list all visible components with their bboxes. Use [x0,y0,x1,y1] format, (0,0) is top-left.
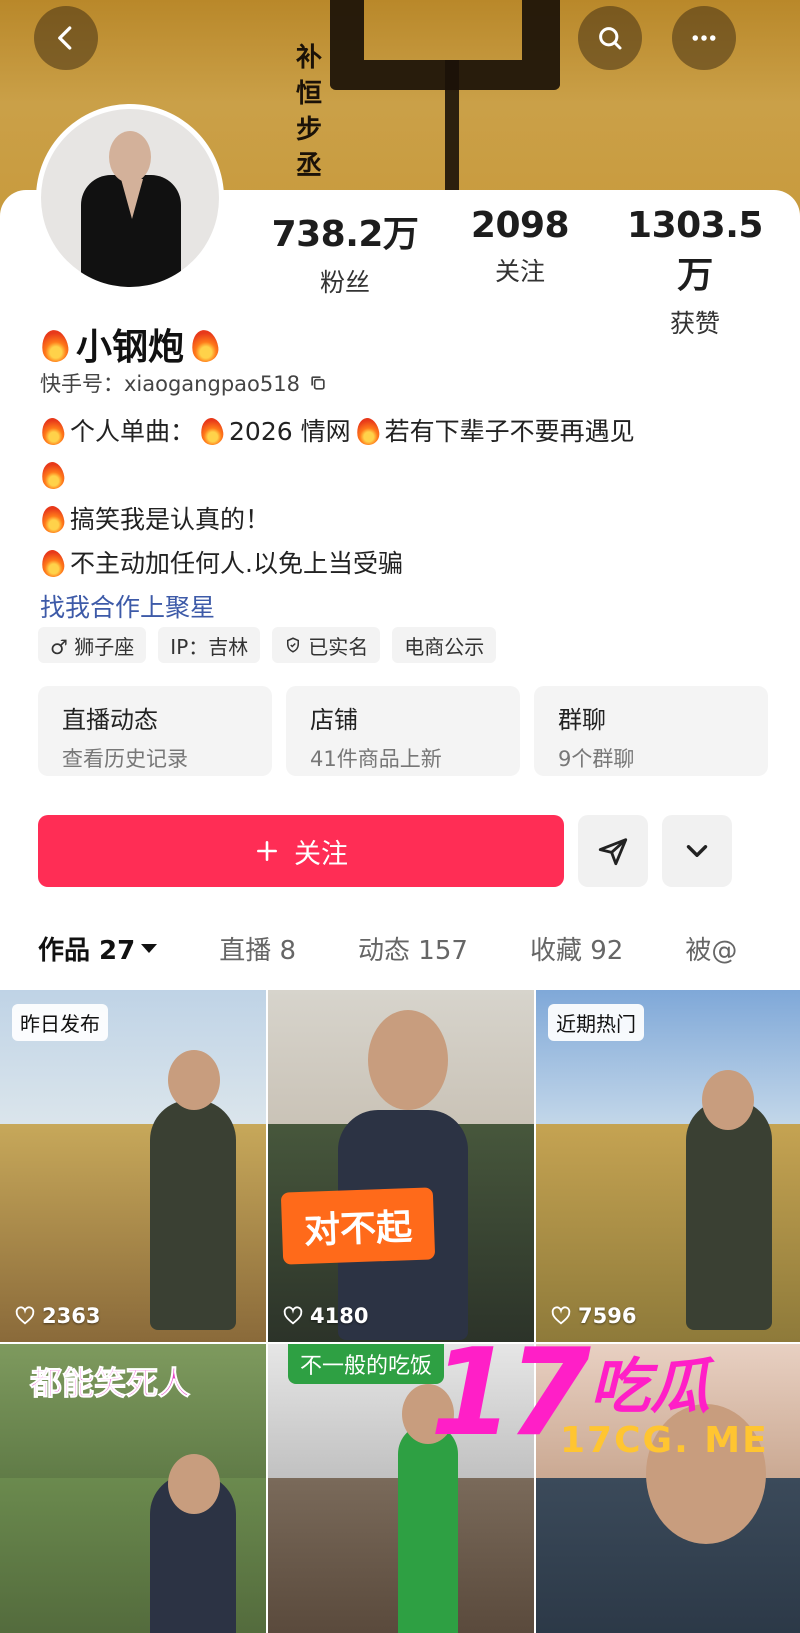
avatar[interactable] [36,104,224,292]
shield-icon [287,637,300,653]
profile-name-text: 小钢炮 [76,327,185,368]
banner-calligraphy-text: 补 恒 步 丞 [296,43,323,181]
video-tile[interactable]: 都能笑死人 [0,1344,266,1633]
heart-icon [283,1306,303,1325]
bio-line-3: 不主动加任何人.以免上当受骗 [70,549,403,578]
stat-following[interactable]: 2098 关注 [435,205,605,340]
tag-ecommerce[interactable]: 电商公示 [392,627,497,663]
fire-icon [355,415,381,445]
video-grid: 昨日发布 2363 对不起 4180 近期热门 7596 都能笑死人 不一般的吃… [0,990,800,1633]
feature-subtitle: 9个群聊 [558,747,635,771]
fire-icon [40,503,66,533]
bio-line-1a: 个人单曲： [70,417,196,446]
feature-row: 直播动态 查看历史记录 店铺 41件商品上新 群聊 9个群聊 [38,686,768,776]
banner-calligraphy-stroke-2 [445,60,459,190]
search-icon [599,27,622,50]
tag-verified-label: 已实名 [308,634,369,659]
stat-label: 获赞 [669,309,720,338]
feature-subtitle: 查看历史记录 [62,747,188,771]
video-overlay-text: 不一般的吃饭 [288,1344,445,1384]
fire-icon [190,326,220,362]
watermark-url: 17CG. ME [560,1420,769,1461]
search-button[interactable] [578,6,642,70]
follow-label: 关注 [294,838,348,870]
video-overlay-text: 对不起 [280,1187,436,1265]
video-tile[interactable]: 对不起 4180 [268,990,534,1342]
more-button[interactable] [672,6,736,70]
tab-works[interactable]: 作品 27 [38,930,158,967]
video-badge: 近期热门 [548,1004,644,1041]
chevron-down-icon [686,845,708,857]
video-likes: 2363 [14,1304,100,1328]
feature-title: 直播动态 [62,706,158,734]
more-icon [692,35,716,41]
chevron-left-icon [58,26,72,50]
tab-moments[interactable]: 动态 157 [358,930,468,967]
plus-icon [257,841,277,861]
stat-followers[interactable]: 738.2万 粉丝 [260,205,430,340]
watermark-cn: 吃瓜 [590,1352,710,1422]
video-overlay-text: 都能笑死人 [29,1364,191,1403]
fire-icon [40,415,66,445]
heart-icon [15,1306,35,1325]
expand-button[interactable] [662,815,732,887]
copy-icon[interactable] [308,373,328,393]
video-badge: 昨日发布 [12,1004,108,1041]
feature-group-chat[interactable]: 群聊 9个群聊 [534,686,768,776]
bio-line-1c: 若有下辈子不要再遇见 [384,417,635,446]
tab-live[interactable]: 直播 8 [219,930,296,967]
bio-line-2: 搞笑我是认真的！ [70,505,271,534]
message-button[interactable] [578,815,648,887]
feature-live-history[interactable]: 直播动态 查看历史记录 [38,686,272,776]
likes-count: 2363 [42,1304,101,1328]
stat-likes[interactable]: 1303.5万 获赞 [610,205,780,340]
stat-label: 粉丝 [319,268,370,297]
video-tile[interactable]: 近期热门 7596 [536,990,800,1342]
bio-line-1b: 2026 情网 [229,417,351,446]
back-button[interactable] [34,6,98,70]
fire-icon [40,459,66,489]
content-tabs: 作品 27 直播 8 动态 157 收藏 92 被@ [38,930,737,967]
stat-value: 2098 [470,205,570,246]
video-likes: 4180 [282,1304,368,1328]
tab-favorites[interactable]: 收藏 92 [530,930,623,967]
feature-title: 店铺 [310,706,358,734]
tab-mentions[interactable]: 被@ [685,930,737,967]
stat-label: 关注 [494,257,545,286]
action-row: 关注 [38,815,732,887]
kuaishou-id-text: 快手号：xiaogangpao518 [40,372,300,396]
profile-bio: 个人单曲： 2026 情网 若有下辈子不要再遇见 搞笑我是认真的！ 不主动加任何… [40,408,760,628]
feature-shop[interactable]: 店铺 41件商品上新 [286,686,520,776]
fire-icon [199,415,225,445]
stat-value: 1303.5万 [627,205,763,296]
cooperation-link[interactable]: 找我合作上聚星 [40,588,215,624]
tag-verified[interactable]: 已实名 [272,627,381,663]
video-tile[interactable]: 昨日发布 2363 [0,990,266,1342]
tab-label: 作品 27 [38,936,136,966]
profile-stats: 738.2万 粉丝 2098 关注 1303.5万 获赞 [260,205,780,340]
likes-count: 7596 [578,1304,637,1328]
feature-title: 群聊 [558,706,606,734]
tag-zodiac: ♂ 狮子座 [38,627,147,663]
profile-tags: ♂ 狮子座 IP：吉林 已实名 电商公示 [38,627,497,663]
profile-name: 小钢炮 [40,318,220,370]
send-icon [598,838,628,866]
watermark-logo: 17 吃瓜 17CG. ME [430,1334,790,1474]
fire-icon [40,326,70,362]
stat-value: 738.2万 [271,214,419,255]
fire-icon [40,547,66,577]
likes-count: 4180 [310,1304,369,1328]
tag-ip: IP：吉林 [158,627,261,663]
kuaishou-id: 快手号：xiaogangpao518 [40,368,328,398]
feature-subtitle: 41件商品上新 [310,747,442,771]
caret-down-icon [141,944,158,953]
follow-button[interactable]: 关注 [38,815,564,887]
